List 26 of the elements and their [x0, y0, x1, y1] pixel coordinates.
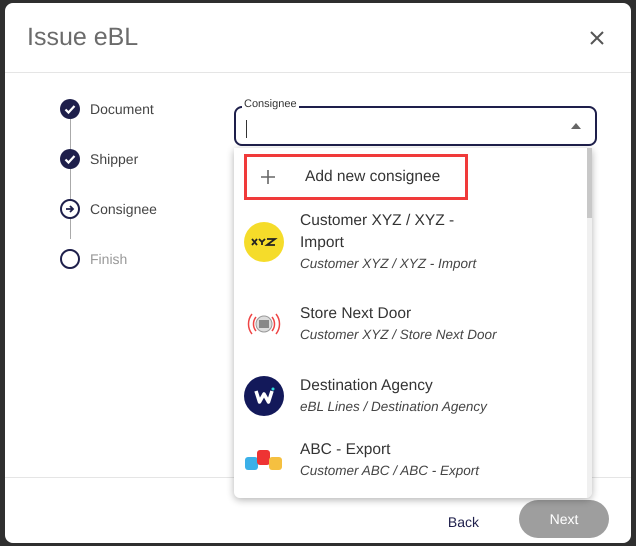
option-path: eBL Lines / Destination Agency: [300, 398, 488, 416]
company-logo-icon: [244, 222, 284, 262]
option-name: ABC - Export: [300, 440, 392, 460]
dialog-title: Issue eBL: [27, 22, 138, 53]
option-name: Destination Agency: [300, 376, 434, 396]
text-cursor: [246, 120, 247, 138]
option-name: Customer XYZ / XYZ - Import: [300, 211, 456, 253]
add-consignee-option[interactable]: Add new consignee: [244, 154, 468, 200]
step-label: Finish: [90, 250, 128, 268]
option-name: Store Next Door: [300, 304, 412, 324]
step-label: Consignee: [90, 200, 157, 219]
consignee-option[interactable]: Customer XYZ / XYZ - Import Customer XYZ / XYZ - Import: [244, 200, 574, 284]
company-logo-icon: [244, 376, 284, 416]
option-path: Customer XYZ / XYZ - Import: [300, 255, 478, 273]
consignee-option[interactable]: Destination Agency eBL Lines / Destination Agency: [244, 364, 574, 428]
option-path: Customer XYZ / Store Next Door: [300, 326, 498, 344]
field-label: Consignee: [242, 97, 299, 111]
consignee-option[interactable]: ABC - Export Customer ABC / ABC - Export: [244, 428, 574, 492]
step-label: Shipper: [90, 150, 138, 169]
back-button[interactable]: Back: [448, 512, 479, 532]
close-icon[interactable]: [589, 30, 605, 46]
scrollbar[interactable]: [587, 148, 592, 498]
plus-icon: [261, 170, 275, 184]
option-path: Customer ABC / ABC - Export: [300, 462, 480, 480]
step-label: Document: [90, 100, 154, 118]
consignee-option[interactable]: Store Next Door Customer XYZ / Store Next Door: [244, 284, 574, 364]
